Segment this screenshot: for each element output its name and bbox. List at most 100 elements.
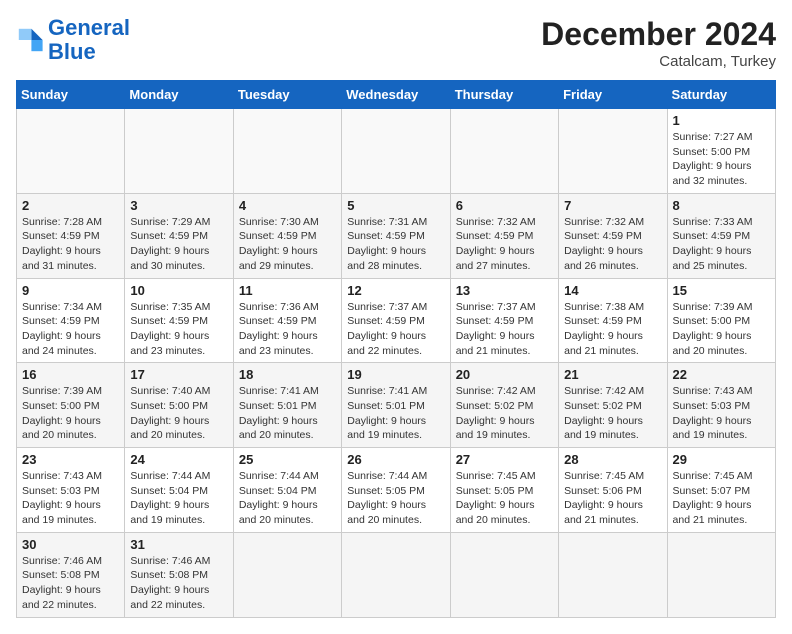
- weekday-header: Saturday: [667, 81, 775, 109]
- calendar-cell: 10Sunrise: 7:35 AM Sunset: 4:59 PM Dayli…: [125, 278, 233, 363]
- calendar-body: 1 Sunrise: 7:27 AM Sunset: 5:00 PM Daylig…: [17, 109, 776, 618]
- calendar-cell: [233, 532, 341, 617]
- day-info: Sunrise: 7:33 AM Sunset: 4:59 PM Dayligh…: [673, 215, 770, 274]
- calendar-cell: [125, 109, 233, 194]
- day-number: 30: [22, 537, 119, 552]
- calendar-cell: 5 Sunrise: 7:31 AM Sunset: 4:59 PM Daylig…: [342, 193, 450, 278]
- day-number: 7: [564, 198, 661, 213]
- calendar-table: SundayMondayTuesdayWednesdayThursdayFrid…: [16, 80, 776, 618]
- calendar-cell: 8 Sunrise: 7:33 AM Sunset: 4:59 PM Daylig…: [667, 193, 775, 278]
- day-info: Sunrise: 7:42 AM Sunset: 5:02 PM Dayligh…: [456, 384, 553, 443]
- day-number: 3: [130, 198, 227, 213]
- day-info: Sunrise: 7:37 AM Sunset: 4:59 PM Dayligh…: [456, 300, 553, 359]
- weekday-header: Sunday: [17, 81, 125, 109]
- calendar-cell: 1 Sunrise: 7:27 AM Sunset: 5:00 PM Daylig…: [667, 109, 775, 194]
- day-number: 2: [22, 198, 119, 213]
- day-info: Sunrise: 7:46 AM Sunset: 5:08 PM Dayligh…: [22, 554, 119, 613]
- day-number: 20: [456, 367, 553, 382]
- logo-line2: Blue: [48, 39, 96, 64]
- day-number: 27: [456, 452, 553, 467]
- day-number: 21: [564, 367, 661, 382]
- logo-line1: General: [48, 15, 130, 40]
- calendar-cell: 31Sunrise: 7:46 AM Sunset: 5:08 PM Dayli…: [125, 532, 233, 617]
- logo: General Blue: [16, 16, 130, 64]
- weekday-header: Wednesday: [342, 81, 450, 109]
- day-number: 12: [347, 283, 444, 298]
- calendar-cell: 24 Sunrise: 7:44 AM Sunset: 5:04 PM Dayli…: [125, 448, 233, 533]
- weekday-header: Monday: [125, 81, 233, 109]
- weekday-header: Tuesday: [233, 81, 341, 109]
- day-info: Sunrise: 7:44 AM Sunset: 5:04 PM Dayligh…: [130, 469, 227, 528]
- day-number: 5: [347, 198, 444, 213]
- day-info: Sunrise: 7:28 AM Sunset: 4:59 PM Dayligh…: [22, 215, 119, 274]
- day-info: Sunrise: 7:30 AM Sunset: 4:59 PM Dayligh…: [239, 215, 336, 274]
- day-info: Sunrise: 7:29 AM Sunset: 4:59 PM Dayligh…: [130, 215, 227, 274]
- day-number: 17: [130, 367, 227, 382]
- calendar-cell: 30 Sunrise: 7:46 AM Sunset: 5:08 PM Dayli…: [17, 532, 125, 617]
- day-info: Sunrise: 7:32 AM Sunset: 4:59 PM Dayligh…: [564, 215, 661, 274]
- calendar-cell: [342, 109, 450, 194]
- day-info: Sunrise: 7:27 AM Sunset: 5:00 PM Dayligh…: [673, 130, 770, 189]
- day-info: Sunrise: 7:39 AM Sunset: 5:00 PM Dayligh…: [22, 384, 119, 443]
- calendar-cell: [233, 109, 341, 194]
- day-info: Sunrise: 7:38 AM Sunset: 4:59 PM Dayligh…: [564, 300, 661, 359]
- day-number: 31: [130, 537, 227, 552]
- calendar-week-row: 9Sunrise: 7:34 AM Sunset: 4:59 PM Daylig…: [17, 278, 776, 363]
- day-info: Sunrise: 7:45 AM Sunset: 5:06 PM Dayligh…: [564, 469, 661, 528]
- day-info: Sunrise: 7:37 AM Sunset: 4:59 PM Dayligh…: [347, 300, 444, 359]
- day-info: Sunrise: 7:42 AM Sunset: 5:02 PM Dayligh…: [564, 384, 661, 443]
- day-number: 24: [130, 452, 227, 467]
- calendar-week-row: 1 Sunrise: 7:27 AM Sunset: 5:00 PM Daylig…: [17, 109, 776, 194]
- calendar-cell: 17 Sunrise: 7:40 AM Sunset: 5:00 PM Dayli…: [125, 363, 233, 448]
- month-title: December 2024: [541, 16, 776, 53]
- calendar-cell: 26Sunrise: 7:44 AM Sunset: 5:05 PM Dayli…: [342, 448, 450, 533]
- calendar-week-row: 2 Sunrise: 7:28 AM Sunset: 4:59 PM Daylig…: [17, 193, 776, 278]
- calendar-week-row: 30 Sunrise: 7:46 AM Sunset: 5:08 PM Dayli…: [17, 532, 776, 617]
- calendar-cell: 22 Sunrise: 7:43 AM Sunset: 5:03 PM Dayli…: [667, 363, 775, 448]
- calendar-cell: [342, 532, 450, 617]
- day-number: 8: [673, 198, 770, 213]
- day-number: 6: [456, 198, 553, 213]
- day-info: Sunrise: 7:41 AM Sunset: 5:01 PM Dayligh…: [347, 384, 444, 443]
- calendar-cell: 9Sunrise: 7:34 AM Sunset: 4:59 PM Daylig…: [17, 278, 125, 363]
- calendar-cell: 12 Sunrise: 7:37 AM Sunset: 4:59 PM Dayli…: [342, 278, 450, 363]
- calendar-cell: 25Sunrise: 7:44 AM Sunset: 5:04 PM Dayli…: [233, 448, 341, 533]
- calendar-cell: 13Sunrise: 7:37 AM Sunset: 4:59 PM Dayli…: [450, 278, 558, 363]
- day-number: 1: [673, 113, 770, 128]
- weekday-header: Thursday: [450, 81, 558, 109]
- day-number: 10: [130, 283, 227, 298]
- day-info: Sunrise: 7:43 AM Sunset: 5:03 PM Dayligh…: [673, 384, 770, 443]
- logo-icon: [16, 26, 44, 54]
- day-number: 23: [22, 452, 119, 467]
- day-info: Sunrise: 7:34 AM Sunset: 4:59 PM Dayligh…: [22, 300, 119, 359]
- calendar-week-row: 23 Sunrise: 7:43 AM Sunset: 5:03 PM Dayli…: [17, 448, 776, 533]
- day-number: 25: [239, 452, 336, 467]
- day-info: Sunrise: 7:36 AM Sunset: 4:59 PM Dayligh…: [239, 300, 336, 359]
- day-info: Sunrise: 7:45 AM Sunset: 5:07 PM Dayligh…: [673, 469, 770, 528]
- calendar-cell: 16Sunrise: 7:39 AM Sunset: 5:00 PM Dayli…: [17, 363, 125, 448]
- day-info: Sunrise: 7:40 AM Sunset: 5:00 PM Dayligh…: [130, 384, 227, 443]
- day-number: 22: [673, 367, 770, 382]
- calendar-cell: 14Sunrise: 7:38 AM Sunset: 4:59 PM Dayli…: [559, 278, 667, 363]
- weekday-header: Friday: [559, 81, 667, 109]
- day-number: 4: [239, 198, 336, 213]
- weekday-row: SundayMondayTuesdayWednesdayThursdayFrid…: [17, 81, 776, 109]
- location: Catalcam, Turkey: [541, 53, 776, 70]
- calendar-cell: 18Sunrise: 7:41 AM Sunset: 5:01 PM Dayli…: [233, 363, 341, 448]
- day-info: Sunrise: 7:41 AM Sunset: 5:01 PM Dayligh…: [239, 384, 336, 443]
- day-info: Sunrise: 7:31 AM Sunset: 4:59 PM Dayligh…: [347, 215, 444, 274]
- calendar-cell: 2 Sunrise: 7:28 AM Sunset: 4:59 PM Daylig…: [17, 193, 125, 278]
- title-block: December 2024 Catalcam, Turkey: [541, 16, 776, 70]
- day-number: 26: [347, 452, 444, 467]
- calendar-cell: 11 Sunrise: 7:36 AM Sunset: 4:59 PM Dayli…: [233, 278, 341, 363]
- calendar-cell: 20 Sunrise: 7:42 AM Sunset: 5:02 PM Dayli…: [450, 363, 558, 448]
- day-number: 11: [239, 283, 336, 298]
- calendar-week-row: 16Sunrise: 7:39 AM Sunset: 5:00 PM Dayli…: [17, 363, 776, 448]
- calendar-cell: 28Sunrise: 7:45 AM Sunset: 5:06 PM Dayli…: [559, 448, 667, 533]
- day-info: Sunrise: 7:39 AM Sunset: 5:00 PM Dayligh…: [673, 300, 770, 359]
- day-info: Sunrise: 7:43 AM Sunset: 5:03 PM Dayligh…: [22, 469, 119, 528]
- calendar-cell: [559, 109, 667, 194]
- calendar-cell: [450, 532, 558, 617]
- calendar-cell: [559, 532, 667, 617]
- day-number: 15: [673, 283, 770, 298]
